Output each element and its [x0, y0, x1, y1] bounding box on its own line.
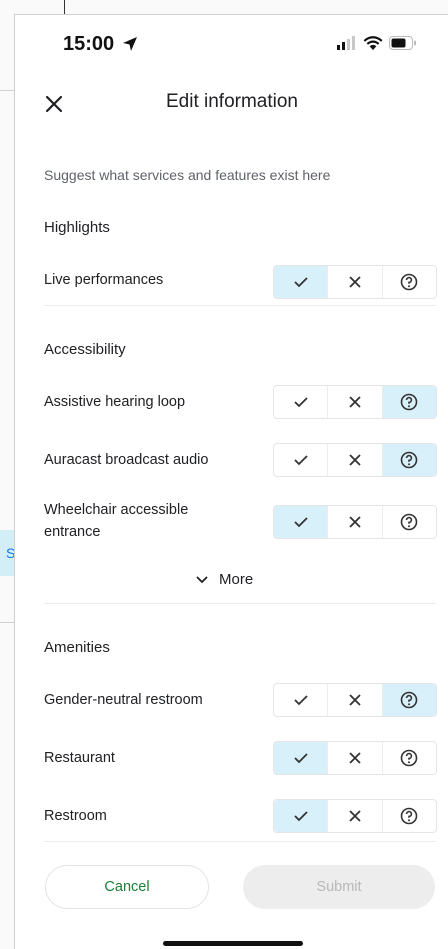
wifi-icon — [363, 36, 383, 50]
divider — [44, 603, 436, 604]
location-arrow-icon — [123, 37, 137, 51]
row-label-auracast-broadcast-audio: Auracast broadcast audio — [44, 452, 209, 468]
no-option[interactable] — [327, 506, 381, 538]
check-icon — [294, 695, 308, 706]
no-option[interactable] — [327, 742, 381, 774]
toggle-group-gender-neutral-restroom — [273, 683, 437, 717]
yes-option[interactable] — [274, 386, 327, 418]
unsure-option[interactable] — [381, 800, 436, 832]
more-button[interactable]: More — [195, 571, 253, 588]
toggle-group-live-performances — [273, 265, 437, 299]
signal-icon — [337, 36, 355, 50]
header: Edit information — [15, 85, 448, 125]
battery-icon — [389, 36, 416, 50]
x-icon — [349, 276, 361, 288]
no-option[interactable] — [327, 386, 381, 418]
check-icon — [294, 517, 308, 528]
x-icon — [349, 396, 361, 408]
yes-option[interactable] — [274, 742, 328, 774]
toggle-group-restaurant — [273, 741, 437, 775]
divider — [44, 841, 436, 842]
status-icons — [337, 35, 417, 51]
toggle-group-wheelchair-accessible-entrance — [273, 505, 437, 539]
check-icon — [294, 811, 308, 822]
question-circle-icon — [401, 691, 418, 709]
no-option[interactable] — [327, 266, 381, 298]
status-bar: 15:00 — [15, 15, 448, 65]
edit-information-sheet: 15:00 Edit information Suggest what serv… — [14, 14, 448, 949]
unsure-option[interactable] — [381, 506, 436, 538]
divider — [44, 305, 436, 306]
x-icon — [349, 454, 361, 466]
background-chip-letter: S — [6, 545, 14, 561]
yes-option[interactable] — [274, 266, 328, 298]
background-divider — [0, 622, 14, 623]
question-circle-icon — [401, 749, 418, 767]
x-icon — [349, 810, 361, 822]
section-title-amenities: Amenities — [44, 639, 110, 656]
check-icon — [294, 455, 308, 466]
check-icon — [294, 753, 308, 764]
yes-option[interactable] — [274, 684, 327, 716]
unsure-option[interactable] — [381, 266, 436, 298]
unsure-option[interactable] — [381, 386, 436, 418]
yes-option[interactable] — [274, 800, 328, 832]
question-circle-icon — [401, 807, 418, 825]
background-divider — [0, 90, 14, 91]
no-option[interactable] — [327, 800, 381, 832]
subtitle: Suggest what services and features exist… — [44, 167, 331, 183]
chevron-down-icon — [196, 575, 208, 583]
no-option[interactable] — [327, 684, 381, 716]
background-chip: S — [0, 530, 14, 576]
toggle-group-restroom — [273, 799, 437, 833]
row-label-gender-neutral-restroom: Gender-neutral restroom — [44, 692, 203, 708]
more-label: More — [219, 571, 254, 588]
no-option[interactable] — [327, 444, 381, 476]
submit-button[interactable]: Submit — [243, 865, 435, 909]
page-title: Edit information — [165, 91, 298, 112]
question-circle-icon — [401, 273, 418, 291]
x-icon — [349, 694, 361, 706]
check-icon — [294, 277, 308, 288]
question-circle-icon — [401, 393, 418, 411]
home-indicator — [163, 941, 303, 946]
check-icon — [294, 397, 308, 408]
unsure-option[interactable] — [381, 742, 436, 774]
cancel-button[interactable]: Cancel — [45, 865, 209, 909]
row-label-wheelchair-accessible-entrance: Wheelchair accessible entrance — [44, 502, 189, 540]
yes-option[interactable] — [274, 444, 327, 476]
background-divider — [64, 0, 65, 14]
unsure-option[interactable] — [381, 444, 436, 476]
x-icon — [349, 516, 361, 528]
toggle-group-auracast-broadcast-audio — [273, 443, 437, 477]
question-circle-icon — [401, 513, 418, 531]
yes-option[interactable] — [274, 506, 328, 538]
row-label-restaurant: Restaurant — [44, 750, 115, 766]
section-title-highlights: Highlights — [44, 219, 110, 236]
row-label-restroom: Restroom — [44, 808, 107, 824]
row-label-assistive-hearing-loop: Assistive hearing loop — [44, 394, 186, 410]
unsure-option[interactable] — [381, 684, 436, 716]
status-time: 15:00 — [63, 33, 115, 55]
question-circle-icon — [401, 451, 418, 469]
row-label-live-performances: Live performances — [44, 272, 164, 288]
x-icon — [349, 752, 361, 764]
section-title-accessibility: Accessibility — [44, 341, 126, 358]
toggle-group-assistive-hearing-loop — [273, 385, 437, 419]
